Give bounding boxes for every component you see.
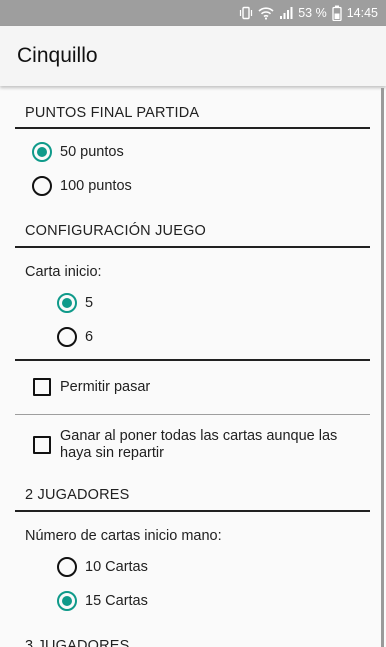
section-title-two-players: 2 JUGADORES — [25, 487, 130, 503]
section-divider — [15, 127, 370, 129]
battery-icon — [332, 5, 342, 21]
section-divider — [15, 246, 370, 248]
app-bar: Cinquillo — [0, 26, 386, 86]
radio-button-checked[interactable] — [57, 293, 77, 313]
checkbox-allow-pass[interactable]: Permitir pasar — [33, 378, 150, 396]
section-title-final-points: PUNTOS FINAL PARTIDA — [25, 105, 200, 121]
radio-option-50-points[interactable]: 50 puntos — [32, 142, 124, 162]
radio-option-start-card-6[interactable]: 6 — [57, 327, 93, 347]
settings-list: PUNTOS FINAL PARTIDA 50 puntos 100 punto… — [0, 86, 386, 647]
radio-option-15-cards[interactable]: 15 Cartas — [57, 591, 148, 611]
radio-button-checked[interactable] — [32, 142, 52, 162]
radio-label: 50 puntos — [60, 144, 124, 160]
radio-button-checked[interactable] — [57, 591, 77, 611]
divider — [15, 414, 370, 415]
radio-option-100-points[interactable]: 100 puntos — [32, 176, 132, 196]
radio-label: 15 Cartas — [85, 593, 148, 609]
radio-option-start-card-5[interactable]: 5 — [57, 293, 93, 313]
wifi-icon — [258, 6, 274, 20]
start-card-label: Carta inicio: — [25, 264, 102, 280]
checkbox[interactable] — [33, 378, 51, 396]
section-divider — [15, 510, 370, 512]
vibrate-icon — [239, 6, 253, 20]
section-title-game-config: CONFIGURACIÓN JUEGO — [25, 223, 207, 239]
checkbox-label: Ganar al poner todas las cartas aunque l… — [60, 428, 338, 461]
radio-button[interactable] — [57, 557, 77, 577]
checkbox[interactable] — [33, 436, 51, 454]
radio-label: 100 puntos — [60, 178, 132, 194]
radio-button[interactable] — [32, 176, 52, 196]
clock: 14:45 — [346, 6, 378, 20]
checkbox-label: Permitir pasar — [60, 378, 151, 395]
scrollbar[interactable] — [381, 88, 384, 647]
radio-label: 6 — [85, 329, 94, 345]
app-title: Cinquillo — [17, 44, 98, 67]
divider — [15, 359, 370, 361]
signal-icon — [279, 6, 293, 20]
radio-button[interactable] — [57, 327, 77, 347]
status-bar: 53 % 14:45 — [0, 0, 386, 26]
radio-label: 5 — [85, 295, 94, 311]
section-title-three-players: 3 JUGADORES — [25, 638, 130, 647]
radio-option-10-cards[interactable]: 10 Cartas — [57, 557, 148, 577]
checkbox-win-all-cards[interactable]: Ganar al poner todas las cartas aunque l… — [33, 428, 360, 462]
cards-count-label: Número de cartas inicio mano: — [25, 528, 222, 544]
battery-percent: 53 % — [298, 6, 327, 20]
radio-label: 10 Cartas — [85, 559, 148, 575]
